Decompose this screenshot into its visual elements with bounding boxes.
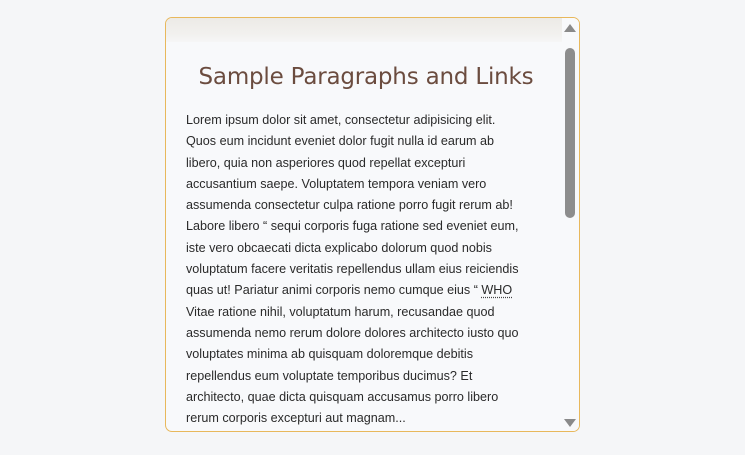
- paragraph-line: voluptatum facere veritatis repellendus …: [186, 262, 519, 277]
- scrollbar-thumb[interactable]: [565, 48, 575, 218]
- paragraph-line: accusantium saepe. Voluptatem tempora ve…: [186, 176, 487, 191]
- arrow-up-icon[interactable]: [564, 24, 576, 32]
- scrollable-card[interactable]: Sample Paragraphs and Links Lorem ipsum …: [165, 17, 580, 432]
- paragraph-line: Quos eum incidunt eveniet dolor fugit nu…: [186, 134, 495, 149]
- paragraph-line-with-abbr: quas ut! Pariatur animi corporis nemo cu…: [186, 280, 546, 301]
- paragraph-line: repellendus eum voluptate temporibus duc…: [186, 368, 473, 383]
- paragraph-line: Vitae ratione nihil, voluptatum harum, r…: [186, 304, 495, 319]
- paragraph-line: Lorem ipsum dolor sit amet, consectetur …: [186, 113, 496, 127]
- paragraph-line-text: quas ut! Pariatur animi corporis nemo cu…: [186, 283, 478, 298]
- paragraph-line: assumenda nemo rerum dolore dolores arch…: [186, 325, 519, 340]
- paragraph: Lorem ipsum dolor sit amet, consectetur …: [186, 110, 546, 429]
- paragraph-line: rerum corporis excepturi aut magnam...: [186, 411, 406, 426]
- card-content: Sample Paragraphs and Links Lorem ipsum …: [186, 42, 546, 431]
- page-title: Sample Paragraphs and Links: [198, 64, 534, 90]
- card-header-strip: [166, 18, 562, 42]
- paragraph-line: libero, quia non asperiores quod repella…: [186, 155, 466, 170]
- arrow-down-icon[interactable]: [564, 419, 576, 427]
- abbreviation-who[interactable]: WHO: [481, 283, 512, 297]
- paragraph-line: iste vero obcaecati dicta explicabo dolo…: [186, 240, 492, 255]
- paragraph-line: architecto, quae dicta quisquam accusamu…: [186, 389, 499, 404]
- paragraph-line: assumenda consectetur culpa ratione porr…: [186, 198, 513, 213]
- vertical-scrollbar[interactable]: [562, 18, 579, 431]
- paragraph-line: Labore libero “ sequi corporis fuga rati…: [186, 219, 519, 234]
- paragraph-line: voluptates minima ab quisquam doloremque…: [186, 347, 474, 362]
